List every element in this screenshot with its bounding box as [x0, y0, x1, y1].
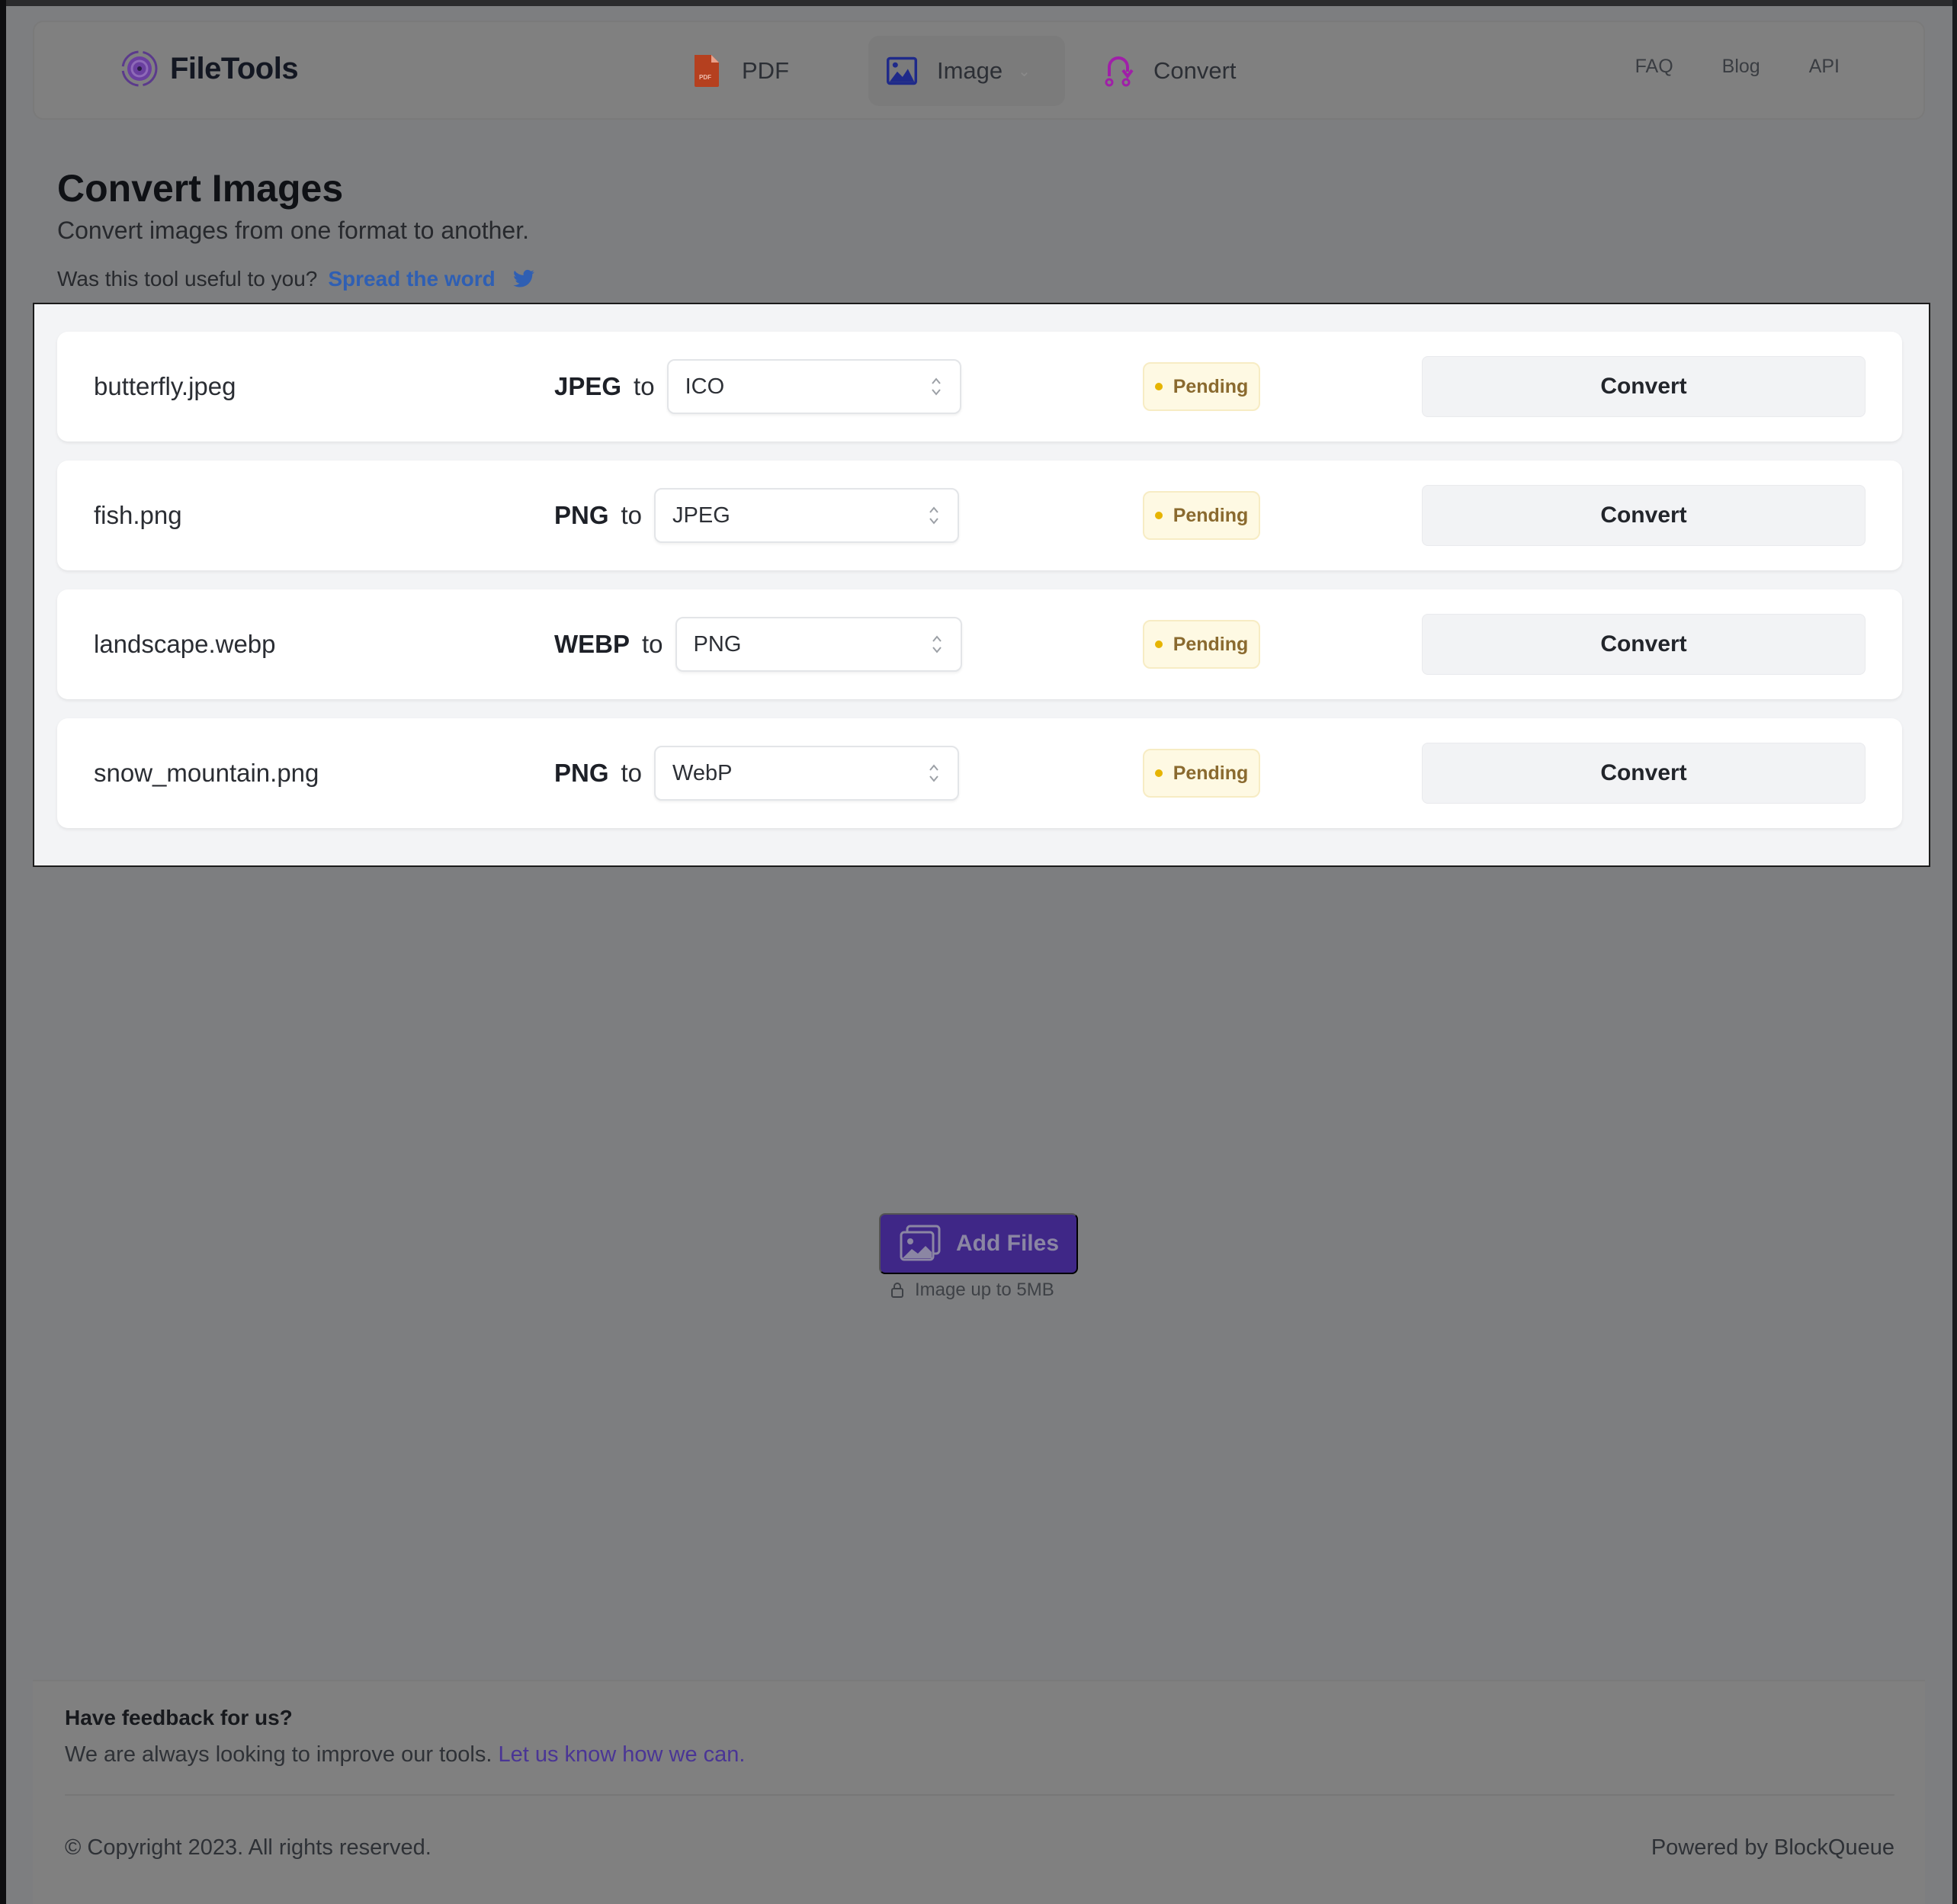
- file-list-panel: butterfly.jpeg JPEG to ICO Pending Conve…: [33, 303, 1930, 867]
- feedback-link[interactable]: Let us know how we can.: [498, 1742, 745, 1767]
- file-row: landscape.webp WEBP to PNG Pending Conve…: [57, 589, 1902, 699]
- convert-icon: [1105, 56, 1134, 87]
- format-conversion: PNG to WebP: [554, 718, 960, 828]
- chevron-up-down-icon: [929, 506, 938, 525]
- status-text: Pending: [1173, 762, 1249, 784]
- status-text: Pending: [1173, 633, 1249, 655]
- convert-button[interactable]: Convert: [1422, 743, 1866, 804]
- chevron-down-icon: ⌄: [1018, 63, 1031, 80]
- feedback-text: We are always looking to improve our too…: [65, 1742, 745, 1768]
- status-dot-icon: [1154, 769, 1163, 777]
- site-header: FileTools PDF PDF Image ⌄ Convert FAQ Bl…: [33, 21, 1925, 120]
- pdf-file-icon: PDF: [695, 55, 719, 87]
- file-name: butterfly.jpeg: [94, 372, 236, 400]
- upload-limit-text: Image up to 5MB: [915, 1280, 1054, 1300]
- spread-the-word-link[interactable]: Spread the word: [328, 267, 495, 291]
- target-format-value: WebP: [672, 760, 733, 785]
- page-subtitle: Convert images from one format to anothe…: [57, 217, 529, 244]
- file-row: snow_mountain.png PNG to WebP Pending Co…: [57, 718, 1902, 828]
- target-format-value: JPEG: [672, 502, 730, 528]
- source-format: WEBP: [554, 630, 630, 658]
- status-text: Pending: [1173, 375, 1249, 397]
- status-badge: Pending: [1143, 749, 1260, 798]
- site-footer: Have feedback for us? We are always look…: [33, 1680, 1925, 1904]
- status-badge: Pending: [1143, 620, 1260, 669]
- file-row: butterfly.jpeg JPEG to ICO Pending Conve…: [57, 332, 1902, 441]
- upload-hint: Image up to 5MB: [890, 1280, 1054, 1301]
- nav-label-convert: Convert: [1153, 57, 1237, 84]
- status-badge: Pending: [1143, 362, 1260, 411]
- file-name: fish.png: [94, 501, 182, 529]
- status-text: Pending: [1173, 504, 1249, 526]
- logo[interactable]: FileTools: [120, 49, 299, 88]
- to-label: to: [621, 759, 643, 787]
- status-badge: Pending: [1143, 491, 1260, 540]
- file-name: snow_mountain.png: [94, 759, 319, 787]
- format-conversion: JPEG to ICO: [554, 332, 961, 441]
- app-name: FileTools: [170, 51, 299, 85]
- nav-item-convert[interactable]: Convert: [1085, 36, 1255, 106]
- target-format-value: PNG: [693, 631, 742, 657]
- lock-icon: [891, 1283, 903, 1298]
- top-links: FAQ Blog API: [1635, 56, 1840, 78]
- nav-label-pdf: PDF: [742, 57, 789, 84]
- window-right-edge: [1952, 0, 1957, 1904]
- file-name: landscape.webp: [94, 630, 276, 658]
- svg-text:PDF: PDF: [699, 74, 711, 81]
- status-dot-icon: [1154, 512, 1163, 519]
- nav-item-pdf[interactable]: PDF PDF: [673, 36, 807, 106]
- share-question: Was this tool useful to you?: [57, 267, 318, 291]
- source-format: JPEG: [554, 372, 622, 400]
- copyright: © Copyright 2023. All rights reserved.: [65, 1835, 432, 1860]
- add-files-label: Add Files: [955, 1231, 1059, 1256]
- feedback-title: Have feedback for us?: [65, 1706, 293, 1729]
- target-format-select[interactable]: WebP: [654, 746, 960, 801]
- convert-button[interactable]: Convert: [1422, 356, 1866, 417]
- format-conversion: WEBP to PNG: [554, 589, 962, 699]
- convert-button[interactable]: Convert: [1422, 614, 1866, 675]
- file-row: fish.png PNG to JPEG Pending Convert: [57, 461, 1902, 570]
- source-format: PNG: [554, 501, 609, 529]
- status-dot-icon: [1154, 383, 1163, 390]
- to-label: to: [634, 372, 655, 400]
- nav-label-image: Image: [937, 57, 1003, 84]
- convert-button[interactable]: Convert: [1422, 485, 1866, 546]
- twitter-icon[interactable]: [512, 269, 535, 289]
- source-format: PNG: [554, 759, 609, 787]
- faq-link[interactable]: FAQ: [1635, 56, 1673, 78]
- chevron-up-down-icon: [929, 764, 938, 782]
- window-top-bar: [0, 0, 1957, 6]
- chevron-up-down-icon: [932, 635, 942, 653]
- image-icon: [887, 56, 917, 85]
- api-link[interactable]: API: [1809, 56, 1840, 78]
- powered-by[interactable]: Powered by BlockQueue: [1651, 1835, 1894, 1861]
- share-prompt: Was this tool useful to you? Spread the …: [57, 267, 535, 291]
- add-files-button[interactable]: Add Files: [879, 1213, 1078, 1274]
- target-format-select[interactable]: JPEG: [654, 488, 960, 543]
- nav-item-image[interactable]: Image ⌄: [868, 36, 1065, 106]
- feedback-body: We are always looking to improve our too…: [65, 1742, 492, 1767]
- blog-link[interactable]: Blog: [1722, 56, 1760, 78]
- target-format-value: ICO: [685, 374, 725, 399]
- status-dot-icon: [1154, 641, 1163, 648]
- images-icon: [900, 1225, 941, 1261]
- to-label: to: [621, 501, 643, 529]
- page-title: Convert Images: [57, 167, 344, 210]
- target-format-select[interactable]: ICO: [666, 359, 961, 414]
- to-label: to: [642, 630, 663, 658]
- chevron-up-down-icon: [931, 377, 941, 396]
- window-left-edge: [0, 0, 6, 1904]
- filetools-logo-icon: [121, 50, 158, 87]
- footer-divider: [65, 1794, 1894, 1796]
- format-conversion: PNG to JPEG: [554, 461, 960, 570]
- target-format-select[interactable]: PNG: [675, 617, 962, 672]
